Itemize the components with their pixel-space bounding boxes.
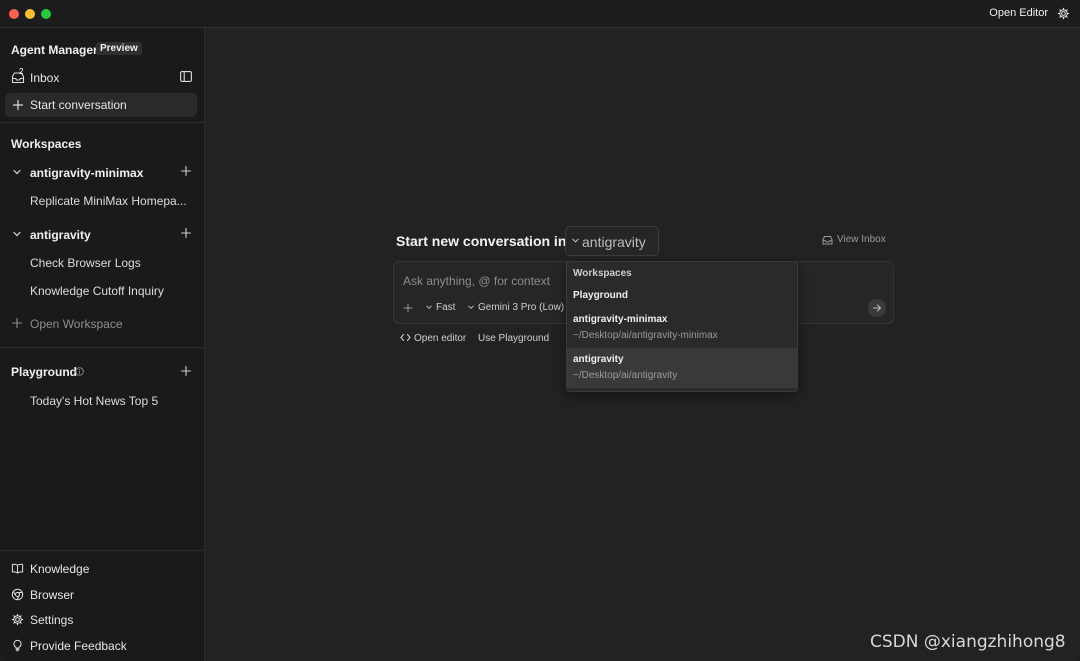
conversation-item[interactable]: Replicate MiniMax Homepa... xyxy=(30,194,190,208)
conversation-item[interactable]: Check Browser Logs xyxy=(30,256,190,270)
chevron-down-icon xyxy=(13,169,21,175)
conversation-item[interactable]: Knowledge Cutoff Inquiry xyxy=(30,284,190,298)
open-editor-button[interactable]: Open Editor xyxy=(989,7,1048,19)
sidebar-item-label: Knowledge xyxy=(30,562,90,576)
plus-icon[interactable] xyxy=(180,365,192,377)
divider xyxy=(0,347,204,348)
playground-item[interactable]: Today's Hot News Top 5 xyxy=(30,394,190,408)
divider xyxy=(0,122,204,123)
workspace-antigravity-minimax[interactable]: antigravity-minimax xyxy=(0,162,204,184)
message-input[interactable]: Ask anything, @ for context xyxy=(403,274,550,288)
gear-icon xyxy=(11,613,24,626)
lightbulb-icon xyxy=(13,639,22,652)
sidebar-item-label: Inbox xyxy=(30,71,60,85)
plus-icon[interactable] xyxy=(180,227,192,239)
start-conversation-button[interactable]: Start conversation xyxy=(5,93,197,117)
playground-heading: Playground xyxy=(11,365,78,379)
sidebar: Agent Manager Preview 2 Inbox Start conv… xyxy=(0,28,205,661)
model-selector[interactable]: Gemini 3 Pro (Low) xyxy=(467,302,564,313)
workspace-name: antigravity xyxy=(30,228,91,242)
minimize-window-button[interactable] xyxy=(25,9,35,19)
use-playground-link[interactable]: Use Playground xyxy=(478,333,549,344)
chevron-down-icon xyxy=(426,305,432,310)
dropdown-header: Workspaces xyxy=(573,268,632,279)
sidebar-item-knowledge[interactable]: Knowledge xyxy=(0,558,204,580)
dropdown-item-antigravity-minimax[interactable]: antigravity-minimax ~/Desktop/ai/antigra… xyxy=(567,308,797,346)
open-editor-label: Open editor xyxy=(414,333,467,344)
workspace-selector[interactable]: antigravity xyxy=(565,226,659,256)
divider xyxy=(0,550,204,551)
gear-icon[interactable] xyxy=(1057,7,1070,20)
toggle-sidebar-icon[interactable] xyxy=(180,71,192,82)
close-window-button[interactable] xyxy=(9,9,19,19)
inbox-count-badge: 2 xyxy=(19,67,24,76)
workspace-dropdown: Workspaces Playground antigravity-minima… xyxy=(566,261,798,392)
dropdown-item-path: ~/Desktop/ai/antigravity-minimax xyxy=(573,330,718,341)
open-workspace-button[interactable]: Open Workspace xyxy=(0,313,204,335)
zoom-window-button[interactable] xyxy=(41,9,51,19)
dropdown-item-playground[interactable]: Playground xyxy=(567,284,797,306)
sidebar-item-label: Provide Feedback xyxy=(30,639,127,653)
plus-icon xyxy=(11,317,23,329)
mode-selector[interactable]: Fast xyxy=(425,302,455,313)
sidebar-item-inbox[interactable]: 2 Inbox xyxy=(0,66,204,90)
start-conversation-heading: Start new conversation in xyxy=(396,233,567,249)
title-bar: Open Editor xyxy=(0,0,1080,28)
sidebar-item-feedback[interactable]: Provide Feedback xyxy=(0,635,204,657)
mode-value: Fast xyxy=(436,302,456,313)
info-icon[interactable] xyxy=(75,367,84,376)
code-icon xyxy=(400,333,411,342)
chevron-down-icon xyxy=(13,231,21,237)
preview-badge: Preview xyxy=(96,42,142,55)
sidebar-item-browser[interactable]: Browser xyxy=(0,584,204,606)
chrome-icon xyxy=(11,588,24,601)
dropdown-item-name: Playground xyxy=(573,290,629,301)
app-window: Open Editor Agent Manager Preview 2 Inbo… xyxy=(0,0,1080,661)
app-title: Agent Manager xyxy=(11,43,98,57)
sidebar-item-settings[interactable]: Settings xyxy=(0,609,204,631)
plus-icon[interactable] xyxy=(180,165,192,177)
arrow-right-icon xyxy=(872,304,882,312)
workspaces-heading: Workspaces xyxy=(11,137,82,151)
view-inbox-label: View Inbox xyxy=(837,234,886,245)
chevron-down-icon xyxy=(572,238,579,243)
sidebar-item-label: Browser xyxy=(30,588,75,602)
workspace-name: antigravity-minimax xyxy=(30,166,144,180)
inbox-icon xyxy=(822,236,833,245)
dropdown-item-name: antigravity-minimax xyxy=(573,314,668,325)
plus-icon[interactable] xyxy=(403,303,413,313)
start-conversation-label: Start conversation xyxy=(30,98,127,112)
dropdown-item-antigravity[interactable]: antigravity ~/Desktop/ai/antigravity xyxy=(567,348,797,388)
plus-icon xyxy=(12,99,24,111)
sidebar-item-label: Settings xyxy=(30,613,74,627)
dropdown-item-name: antigravity xyxy=(573,354,624,365)
workspace-antigravity[interactable]: antigravity xyxy=(0,224,204,246)
open-editor-link[interactable]: Open editor xyxy=(400,333,466,344)
send-button[interactable] xyxy=(868,299,886,317)
chevron-down-icon xyxy=(468,305,474,310)
book-icon xyxy=(11,563,24,574)
workspace-selector-value: antigravity xyxy=(582,234,646,250)
model-value: Gemini 3 Pro (Low) xyxy=(478,302,565,313)
open-workspace-label: Open Workspace xyxy=(30,317,123,331)
watermark: CSDN @xiangzhihong8 xyxy=(870,632,1066,652)
dropdown-item-path: ~/Desktop/ai/antigravity xyxy=(573,370,678,381)
